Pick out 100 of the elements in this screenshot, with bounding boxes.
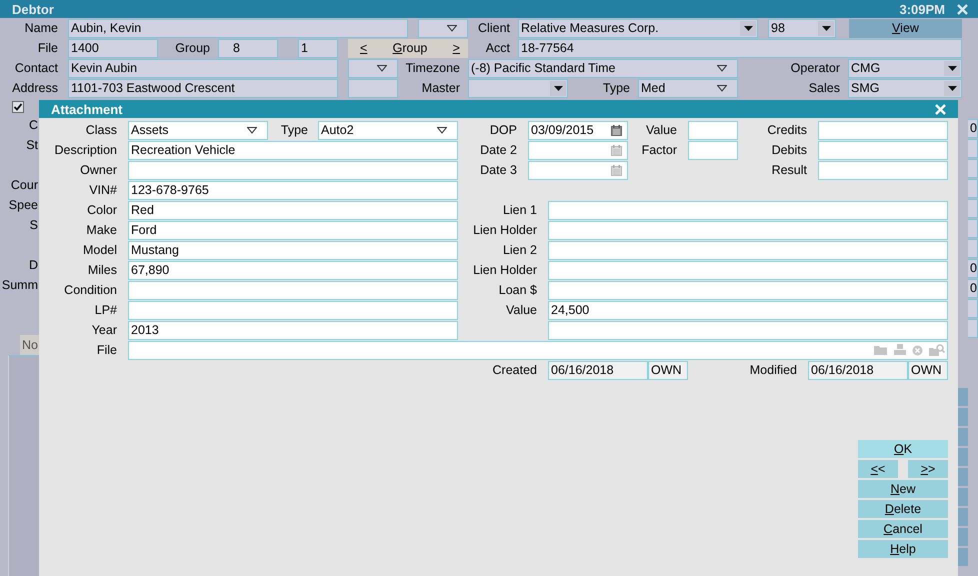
type-dropdown[interactable]: Med: [638, 78, 738, 98]
contact-field[interactable]: Kevin Aubin: [68, 58, 338, 78]
input-field[interactable]: [548, 320, 948, 340]
input-field[interactable]: 0: [968, 118, 978, 138]
input-field[interactable]: [548, 200, 948, 220]
input-field[interactable]: [128, 160, 458, 180]
close-icon[interactable]: [957, 4, 968, 14]
field-label: Value: [504, 303, 537, 317]
field-label: Type: [602, 81, 631, 95]
previous-button[interactable]: <<: [858, 460, 898, 478]
field-label: File: [36, 41, 59, 55]
input-field[interactable]: Recreation Vehicle: [128, 140, 458, 160]
modified-by-field: OWN: [908, 360, 948, 380]
checkbox[interactable]: [12, 101, 24, 113]
field-label: Acct: [484, 41, 511, 55]
printer-icon[interactable]: [894, 344, 906, 356]
input-field[interactable]: [818, 160, 948, 180]
file-field[interactable]: [128, 340, 948, 360]
date-field[interactable]: [528, 140, 628, 160]
input-field[interactable]: [128, 280, 458, 300]
input-field[interactable]: [968, 138, 978, 158]
timezone-dropdown[interactable]: (-8) Pacific Standard Time: [468, 58, 738, 78]
ok-button[interactable]: OK: [858, 440, 948, 458]
input-field[interactable]: [968, 298, 978, 318]
field-label: St: [26, 138, 39, 152]
folder-search-icon[interactable]: [929, 344, 945, 356]
input-field[interactable]: 0: [968, 258, 978, 278]
field-label: Loan $: [498, 283, 537, 297]
action-button[interactable]: Delete: [858, 500, 948, 518]
dropdown-arrow-icon: [717, 84, 727, 92]
client-code-dropdown[interactable]: 98: [768, 18, 836, 38]
field-label: Lien 2: [502, 243, 537, 257]
group-button[interactable]: Group: [392, 41, 428, 55]
sales-dropdown[interactable]: SMG: [848, 78, 962, 98]
name-field[interactable]: Aubin, Kevin: [68, 18, 408, 38]
date-field[interactable]: [528, 160, 628, 180]
action-button[interactable]: Help: [858, 540, 948, 558]
input-field[interactable]: [548, 220, 948, 240]
input-field[interactable]: 67,890: [128, 260, 458, 280]
list-row: [958, 448, 968, 466]
input-field[interactable]: [968, 318, 978, 338]
group-field[interactable]: 8: [218, 38, 278, 58]
field-label: Debits: [770, 143, 807, 157]
file-field[interactable]: 1400: [68, 38, 158, 58]
input-field[interactable]: [688, 120, 738, 140]
input-field[interactable]: [818, 120, 948, 140]
calendar-icon[interactable]: [611, 124, 622, 136]
field-label: Address: [11, 81, 59, 95]
modified-date-field: 06/16/2018: [808, 360, 908, 380]
input-field[interactable]: Red: [128, 200, 458, 220]
input-field[interactable]: 0: [968, 278, 978, 298]
field-label: Group: [174, 41, 211, 55]
input-field[interactable]: [968, 218, 978, 238]
tab[interactable]: No: [20, 335, 39, 355]
input-field[interactable]: [348, 78, 398, 98]
input-field[interactable]: [688, 140, 738, 160]
input-field[interactable]: Ford: [128, 220, 458, 240]
input-field[interactable]: [818, 140, 948, 160]
input-field[interactable]: 24,500: [548, 300, 948, 320]
group-index-field[interactable]: 1: [298, 38, 338, 58]
input-field[interactable]: Mustang: [128, 240, 458, 260]
list-row: [958, 408, 968, 426]
account-field[interactable]: 18-77564: [518, 38, 962, 58]
next-button[interactable]: >>: [908, 460, 948, 478]
input-field[interactable]: [548, 280, 948, 300]
type-dropdown[interactable]: Auto2: [318, 120, 458, 140]
input-field[interactable]: [548, 260, 948, 280]
field-label: Date 2: [479, 143, 517, 157]
client-dropdown[interactable]: Relative Measures Corp.: [518, 18, 758, 38]
address-field[interactable]: 1101-703 Eastwood Crescent: [68, 78, 338, 98]
folder-icon[interactable]: [874, 344, 888, 356]
input-field[interactable]: [968, 198, 978, 218]
view-button[interactable]: View: [849, 18, 962, 38]
field-label: Name: [24, 21, 59, 35]
field-label: Owner: [79, 163, 117, 177]
next-group-button[interactable]: >: [452, 41, 460, 55]
action-button[interactable]: Cancel: [858, 520, 948, 538]
input-field[interactable]: [548, 240, 948, 260]
input-field[interactable]: [968, 238, 978, 258]
list-row: [958, 388, 968, 406]
list-row: [958, 528, 968, 546]
field-label: Sales: [808, 81, 841, 95]
dialog-title: Attachment: [51, 102, 124, 116]
dropdown-field[interactable]: [418, 18, 468, 38]
class-dropdown[interactable]: Assets: [128, 120, 268, 140]
field-label: Description: [53, 143, 117, 157]
master-dropdown[interactable]: [468, 78, 568, 98]
dropdown-field[interactable]: [348, 58, 398, 78]
field-label: File: [96, 343, 117, 357]
input-field[interactable]: 2013: [128, 320, 458, 340]
input-field[interactable]: [128, 300, 458, 320]
field-label: VIN#: [88, 183, 117, 197]
action-button[interactable]: New: [858, 480, 948, 498]
previous-group-button[interactable]: <: [360, 41, 368, 55]
operator-dropdown[interactable]: CMG: [848, 58, 962, 78]
input-field[interactable]: [968, 178, 978, 198]
clear-icon[interactable]: [912, 344, 923, 356]
input-field[interactable]: 123-678-9765: [128, 180, 458, 200]
date-field[interactable]: 03/09/2015: [528, 120, 628, 140]
input-field[interactable]: [968, 158, 978, 178]
